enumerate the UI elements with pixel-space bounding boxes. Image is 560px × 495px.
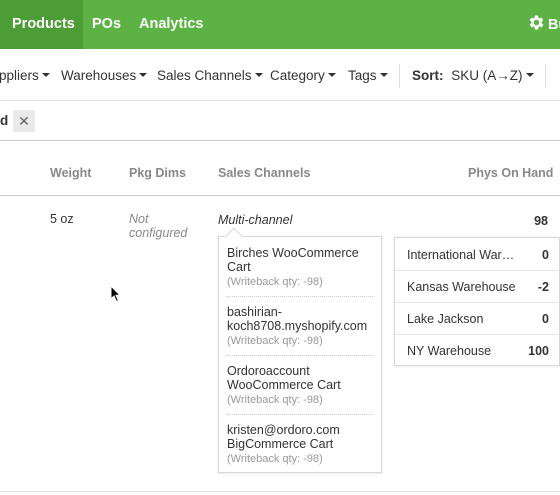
- channel-item: Ordoroaccount WooCommerce Cart (Writebac…: [227, 364, 373, 407]
- filter-warehouses[interactable]: Warehouses: [61, 68, 148, 83]
- caret-down-icon: [327, 73, 336, 77]
- channel-item: bashirian-koch8708.myshopify.com (Writeb…: [227, 305, 373, 348]
- sales-channels-popover: Birches WooCommerce Cart (Writeback qty:…: [218, 227, 382, 473]
- channel-writeback: (Writeback qty: -98): [227, 453, 323, 465]
- weight-cell: 5 oz: [50, 212, 74, 226]
- channel-name: kristen@ordoro.com BigCommerce Cart: [227, 423, 340, 451]
- channel-writeback: (Writeback qty: -98): [227, 335, 323, 347]
- settings-menu[interactable]: Bu: [527, 13, 560, 35]
- filter-warehouses-label: Warehouses: [61, 68, 137, 83]
- filter-tags[interactable]: Tags: [348, 68, 388, 83]
- warehouse-name: Lake Jackson: [407, 312, 484, 326]
- divider: [227, 414, 373, 415]
- column-header-weight[interactable]: Weight: [50, 166, 91, 180]
- warehouse-row: Lake Jackson 0: [395, 302, 560, 334]
- mouse-cursor-icon: [110, 285, 122, 303]
- filter-category[interactable]: Category: [270, 68, 336, 83]
- warehouse-name: NY Warehouse: [407, 344, 492, 358]
- filter-divider: [399, 64, 400, 88]
- filter-category-label: Category: [270, 68, 325, 83]
- tab-pos[interactable]: POs: [92, 0, 121, 49]
- caret-down-icon: [41, 73, 50, 77]
- active-filter-row: d ✕: [0, 101, 560, 141]
- sort-label: Sort:: [412, 68, 444, 83]
- column-header-phys-on-hand[interactable]: Phys On Hand: [468, 166, 553, 180]
- channel-writeback: (Writeback qty: -98): [227, 394, 323, 406]
- caret-down-icon: [379, 73, 388, 77]
- sort-dropdown[interactable]: Sort: SKU (A→Z): [412, 68, 534, 83]
- table-header: Weight Pkg Dims Sales Channels Phys On H…: [0, 141, 560, 196]
- active-filter-text: d: [0, 113, 9, 128]
- warehouse-row: NY Warehouse 100: [395, 334, 560, 366]
- close-icon[interactable]: ✕: [13, 110, 35, 132]
- caret-down-icon: [254, 73, 263, 77]
- column-header-sales-channels[interactable]: Sales Channels: [218, 166, 310, 180]
- channel-item: Birches WooCommerce Cart (Writeback qty:…: [227, 246, 373, 289]
- column-header-pkg-dims[interactable]: Pkg Dims: [129, 166, 186, 180]
- divider: [227, 355, 373, 356]
- warehouse-popover: International Wareh… 0 Kansas Warehouse …: [394, 237, 560, 366]
- tab-analytics[interactable]: Analytics: [139, 0, 203, 49]
- warehouse-qty: 0: [542, 312, 549, 326]
- warehouse-row: Kansas Warehouse -2: [395, 270, 560, 302]
- pkg-dims-cell[interactable]: Not configured: [129, 212, 209, 240]
- sales-channels-cell[interactable]: Multi-channel: [218, 213, 292, 227]
- filter-tags-label: Tags: [348, 68, 377, 83]
- channel-name: Birches WooCommerce Cart: [227, 246, 359, 274]
- top-nav: Products POs Analytics Bu: [0, 0, 560, 49]
- phys-on-hand-cell[interactable]: 98: [488, 214, 548, 228]
- warehouse-qty: -2: [537, 280, 549, 294]
- channel-name: Ordoroaccount WooCommerce Cart: [227, 364, 341, 392]
- caret-down-icon: [139, 73, 148, 77]
- channel-name: bashirian-koch8708.myshopify.com: [227, 305, 368, 333]
- warehouse-row: International Wareh… 0: [395, 238, 560, 270]
- warehouse-name: International Wareh…: [407, 248, 519, 262]
- settings-label: Bu: [548, 17, 560, 33]
- warehouse-name: Kansas Warehouse: [407, 280, 516, 294]
- filter-sales-channels-label: Sales Channels: [157, 68, 252, 83]
- divider: [227, 296, 373, 297]
- row-divider: [0, 491, 560, 492]
- popover-arrow: [225, 227, 243, 245]
- filter-suppliers-label: ppliers: [0, 68, 39, 83]
- channel-item: kristen@ordoro.com BigCommerce Cart (Wri…: [227, 423, 373, 466]
- filter-sales-channels[interactable]: Sales Channels: [157, 68, 263, 83]
- warehouse-qty: 0: [542, 248, 549, 262]
- tab-products[interactable]: Products: [0, 0, 83, 49]
- caret-down-icon: [525, 73, 534, 77]
- filter-bar: ppliers Warehouses Sales Channels Catego…: [0, 49, 560, 101]
- warehouse-qty: 100: [528, 344, 549, 358]
- channel-writeback: (Writeback qty: -98): [227, 276, 323, 288]
- gear-icon: [529, 15, 544, 30]
- filter-divider: [545, 64, 546, 88]
- sort-value: SKU (A→Z): [451, 68, 523, 83]
- filter-suppliers[interactable]: ppliers: [0, 68, 50, 83]
